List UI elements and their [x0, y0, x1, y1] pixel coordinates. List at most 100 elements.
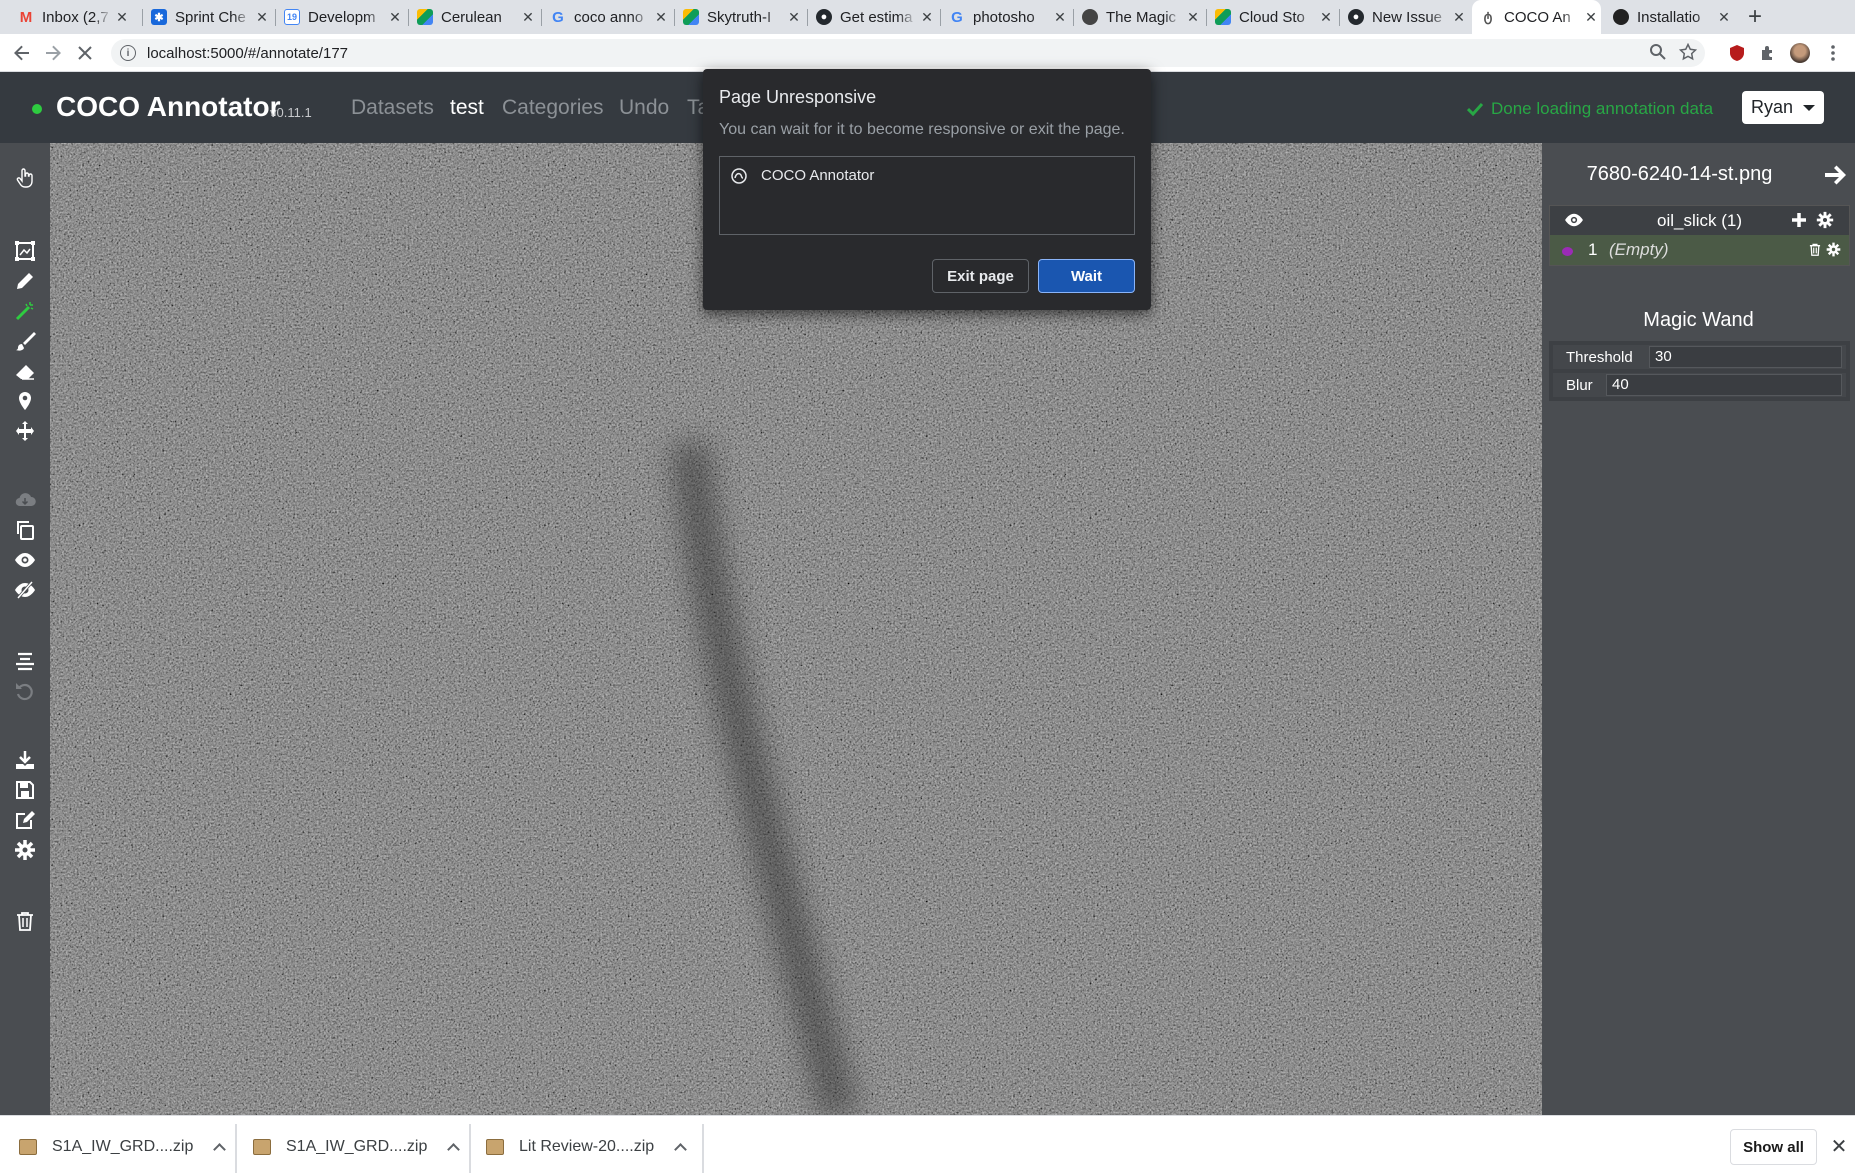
tab-label: Skytruth-I: [707, 8, 772, 26]
threshold-input[interactable]: 30: [1649, 346, 1842, 368]
delete-image-button[interactable]: [12, 908, 38, 934]
ublock-icon[interactable]: [1727, 43, 1747, 63]
brush-tool-button[interactable]: [12, 328, 38, 354]
show-all-downloads-button[interactable]: Show all: [1730, 1129, 1817, 1165]
close-icon[interactable]: ✕: [518, 9, 538, 26]
new-tab-button[interactable]: +: [1745, 0, 1765, 34]
close-icon[interactable]: ✕: [385, 9, 405, 26]
bbox-tool-button[interactable]: [12, 238, 38, 264]
pencil-icon: [17, 273, 33, 289]
close-icon[interactable]: ✕: [1050, 9, 1070, 26]
annotator-download-button[interactable]: [12, 487, 38, 513]
hide-all-button[interactable]: [12, 577, 38, 603]
nav-categories[interactable]: Categories: [502, 96, 604, 120]
browser-tab[interactable]: Cerulean ✕: [409, 0, 538, 34]
align-center-icon: [16, 652, 34, 671]
close-icon[interactable]: ✕: [784, 9, 804, 26]
save-button[interactable]: [12, 777, 38, 803]
eraser-tool-button[interactable]: [12, 358, 38, 384]
blur-input[interactable]: 40: [1606, 374, 1842, 396]
chevron-up-icon[interactable]: [447, 1142, 461, 1156]
forward-button[interactable]: [38, 38, 68, 68]
google-icon: G: [951, 8, 963, 26]
avatar[interactable]: [1790, 43, 1810, 63]
trash-icon[interactable]: [1808, 242, 1822, 257]
cloud-download-icon: [15, 493, 36, 507]
bookmark-star-icon[interactable]: [1679, 43, 1697, 61]
browser-tab[interactable]: G coco anno ✕: [542, 0, 671, 34]
show-all-button[interactable]: [12, 547, 38, 573]
annotation-color-swatch[interactable]: [1562, 247, 1573, 256]
close-icon[interactable]: ✕: [651, 9, 671, 26]
keypoint-tool-button[interactable]: [12, 388, 38, 414]
gear-icon[interactable]: [1816, 211, 1834, 229]
browser-tab[interactable]: Installatio ✕: [1605, 0, 1734, 34]
close-icon[interactable]: ✕: [1827, 1134, 1851, 1158]
download-item[interactable]: Lit Review-20....zip: [486, 1116, 688, 1176]
browser-tab[interactable]: ● New Issue ✕: [1340, 0, 1469, 34]
browser-tab[interactable]: ✱ Sprint Che ✕: [143, 0, 272, 34]
user-menu-button[interactable]: Ryan: [1742, 91, 1824, 124]
gmail-icon: M: [19, 8, 33, 26]
browser-tab[interactable]: G photosho ✕: [941, 0, 1070, 34]
polygon-tool-button[interactable]: [12, 268, 38, 294]
close-icon[interactable]: ✕: [1581, 9, 1601, 26]
close-icon[interactable]: ✕: [1183, 9, 1203, 26]
nav-undo[interactable]: Undo: [619, 96, 669, 120]
url-text[interactable]: localhost:5000/#/annotate/177: [147, 45, 348, 62]
browser-tab-active[interactable]: ტ COCO An ✕: [1472, 0, 1601, 34]
select-tool-button[interactable]: [12, 165, 38, 191]
dextr-tool-button[interactable]: [12, 418, 38, 444]
tab-label: The Magic: [1106, 8, 1177, 26]
settings-button[interactable]: [12, 837, 38, 863]
chevron-up-icon[interactable]: [674, 1142, 688, 1156]
wait-button[interactable]: Wait: [1038, 259, 1135, 293]
download-icon: [16, 751, 34, 769]
close-icon[interactable]: ✕: [1449, 9, 1469, 26]
category-row[interactable]: oil_slick (1): [1550, 206, 1849, 235]
nav-datasets[interactable]: Datasets: [351, 96, 434, 120]
download-bar: S1A_IW_GRD....zip S1A_IW_GRD....zip Lit …: [0, 1115, 1855, 1176]
back-button[interactable]: [7, 38, 37, 68]
zip-file-icon: [253, 1138, 271, 1155]
browser-tab[interactable]: Cloud Sto ✕: [1207, 0, 1336, 34]
dialog-message: You can wait for it to become responsive…: [719, 121, 1125, 138]
chevron-up-icon[interactable]: [213, 1142, 227, 1156]
magic-wand-tool-button[interactable]: [12, 298, 38, 324]
category-card: oil_slick (1) 1 (Empty): [1549, 205, 1850, 266]
copy-annotations-button[interactable]: [12, 517, 38, 543]
plus-icon[interactable]: [1790, 211, 1808, 229]
annotation-row[interactable]: 1 (Empty): [1550, 235, 1849, 265]
download-item[interactable]: S1A_IW_GRD....zip: [19, 1116, 227, 1176]
chevron-down-icon: [1803, 104, 1816, 111]
paint-brush-icon: [16, 332, 36, 351]
close-icon[interactable]: ✕: [917, 9, 937, 26]
hand-pointer-icon: [16, 168, 33, 188]
zoom-icon[interactable]: [1649, 43, 1667, 61]
close-icon[interactable]: ✕: [1316, 9, 1336, 26]
extensions-puzzle-icon[interactable]: [1758, 43, 1778, 63]
browser-tab[interactable]: The Magic ✕: [1074, 0, 1203, 34]
undo-button[interactable]: [12, 678, 38, 704]
nav-dataset-current[interactable]: test: [450, 96, 484, 120]
gear-icon[interactable]: [1826, 242, 1841, 257]
browser-tab[interactable]: M Inbox (2,7 ✕: [10, 0, 132, 34]
exit-page-button[interactable]: Exit page: [932, 259, 1029, 293]
site-info-icon[interactable]: i: [120, 45, 136, 61]
close-icon[interactable]: ✕: [1714, 9, 1734, 26]
app-brand[interactable]: COCO Annotator: [56, 91, 281, 123]
download-button[interactable]: [12, 747, 38, 773]
download-item[interactable]: S1A_IW_GRD....zip: [253, 1116, 461, 1176]
edit-mode-button[interactable]: [12, 807, 38, 833]
browser-tab[interactable]: ● Get estima ✕: [808, 0, 937, 34]
address-bar[interactable]: i localhost:5000/#/annotate/177: [111, 39, 1705, 67]
close-icon[interactable]: ✕: [112, 9, 132, 26]
eye-slash-icon: [15, 581, 35, 599]
browser-tab[interactable]: Skytruth-I ✕: [675, 0, 804, 34]
browser-tab[interactable]: 19 Developm ✕: [276, 0, 405, 34]
center-image-button[interactable]: [12, 648, 38, 674]
more-menu-icon[interactable]: [1823, 43, 1843, 63]
close-icon[interactable]: ✕: [252, 9, 272, 26]
stop-button[interactable]: [70, 38, 100, 68]
next-image-arrow-icon[interactable]: [1823, 163, 1847, 187]
